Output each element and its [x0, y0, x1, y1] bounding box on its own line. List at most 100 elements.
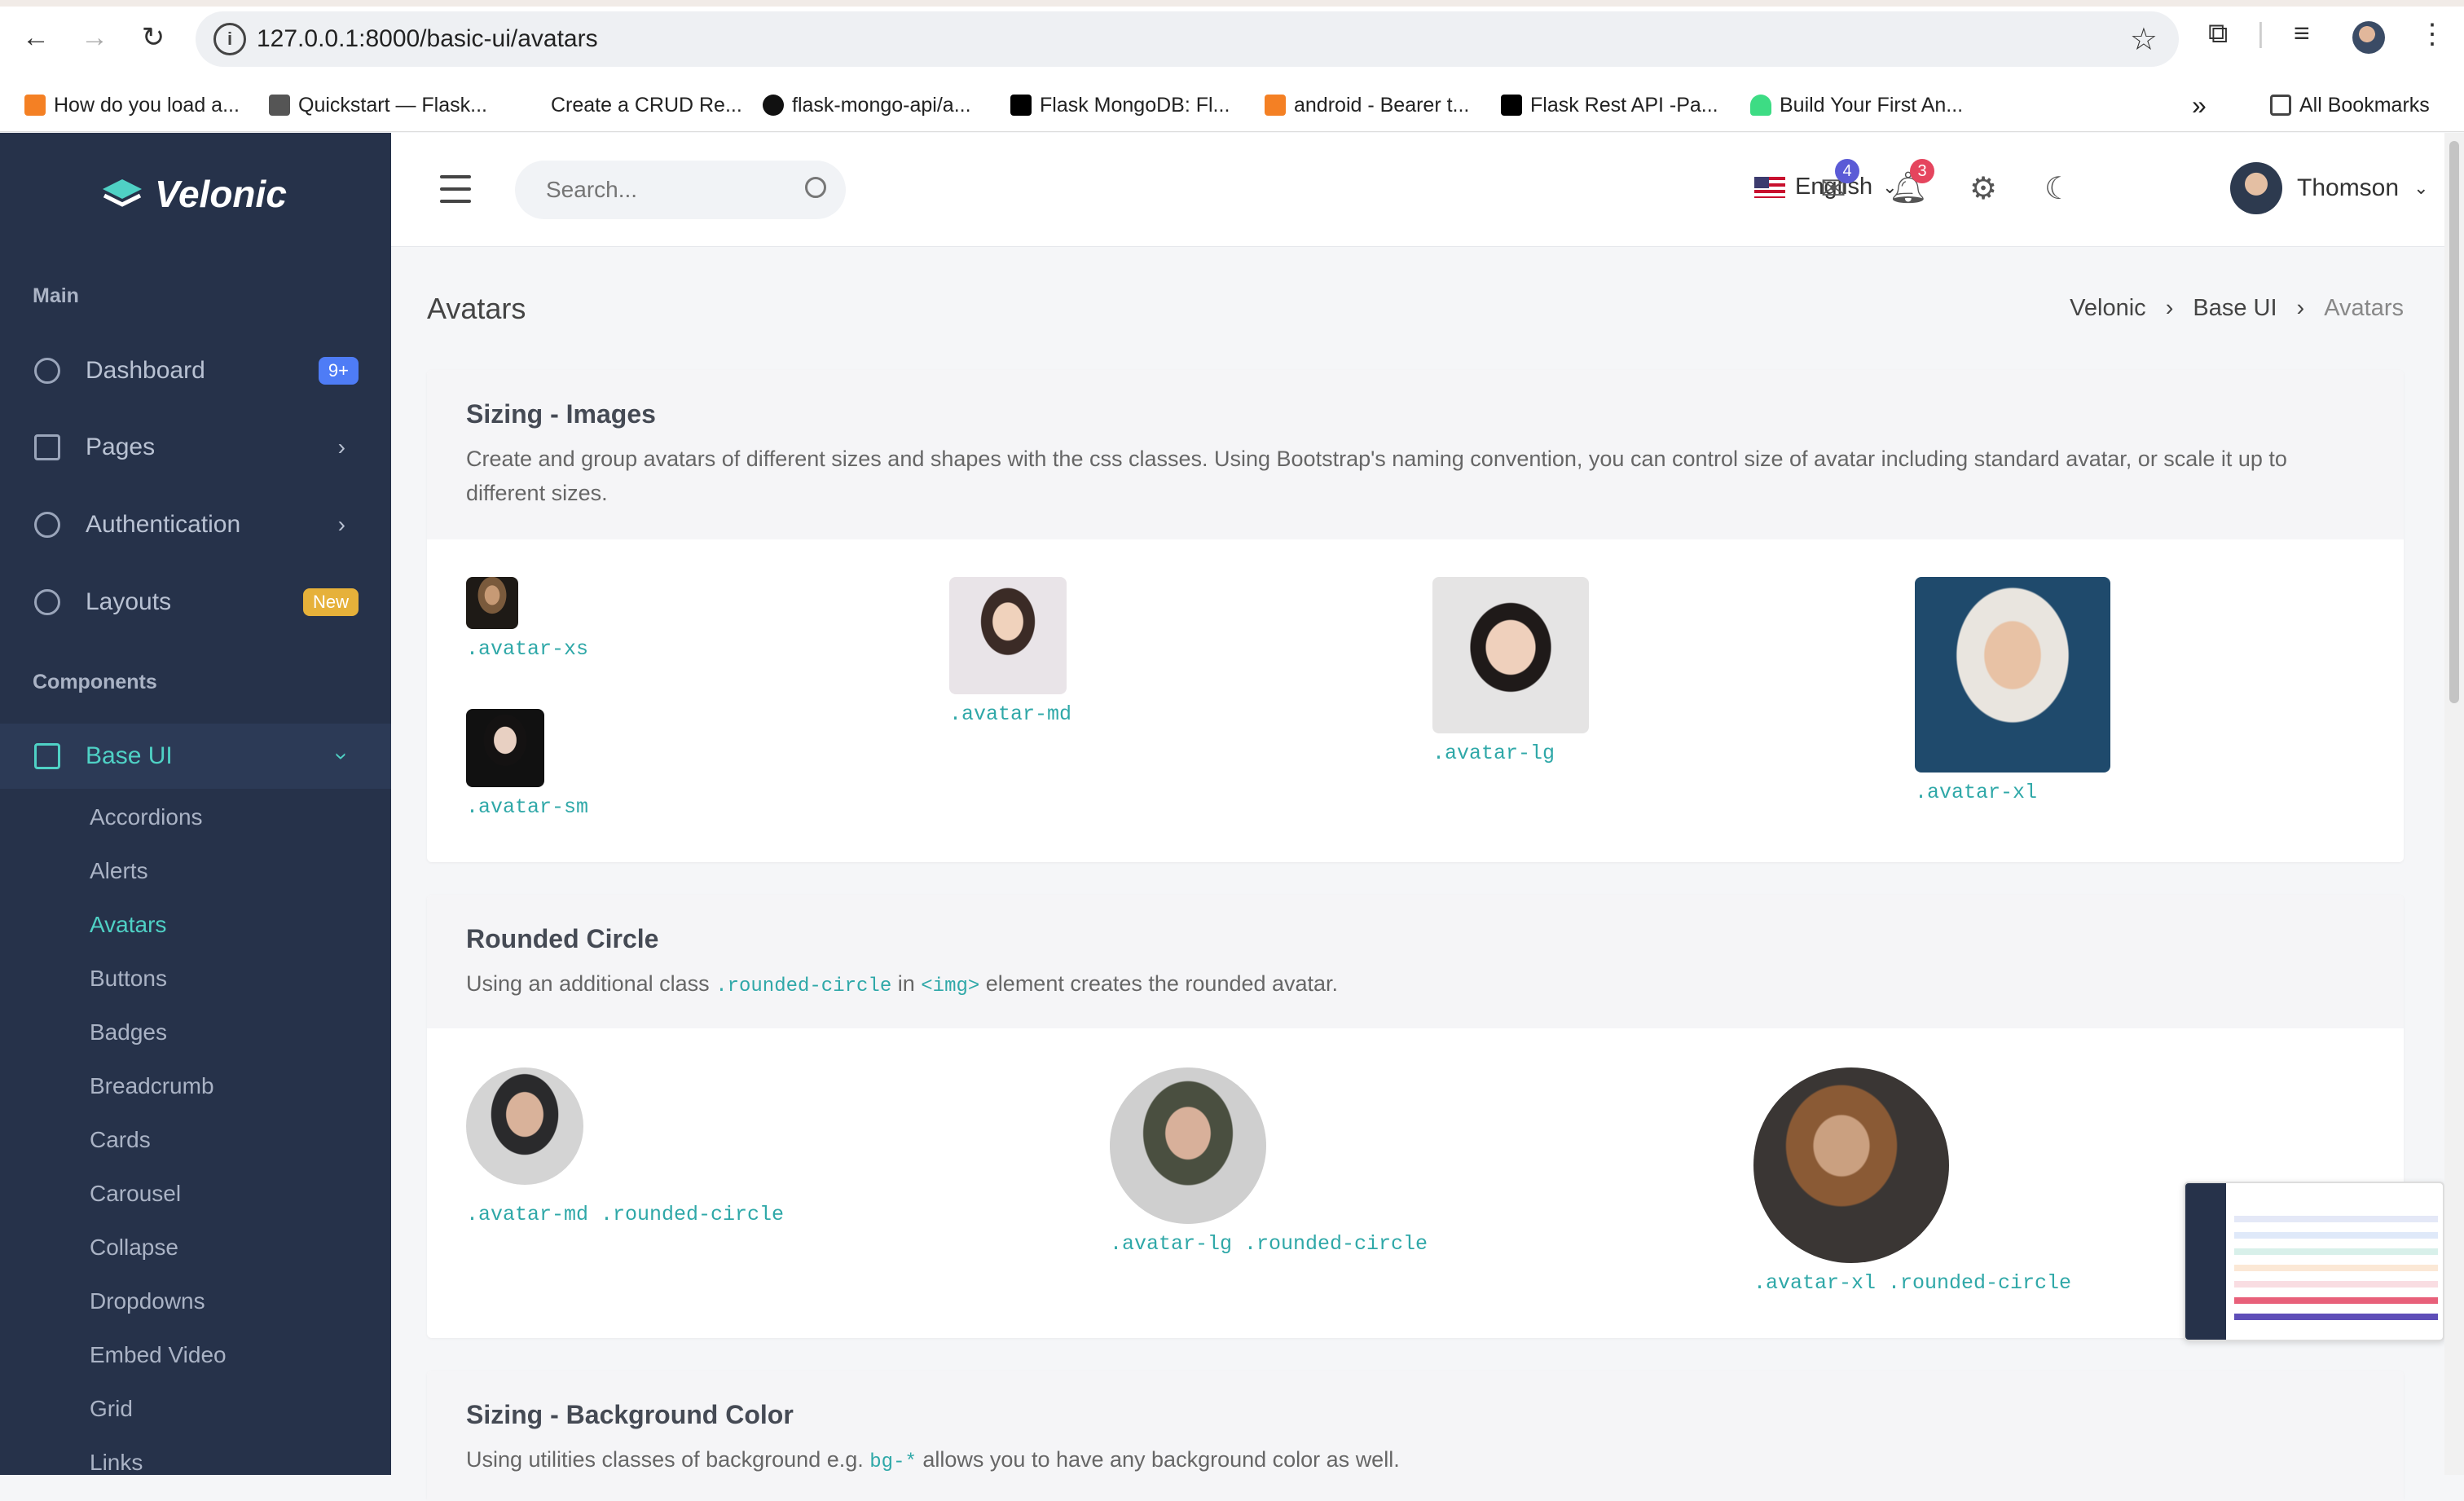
bookmark-item[interactable]: android - Bearer t...	[1265, 91, 1469, 119]
avatar-md-rounded-image	[466, 1067, 583, 1185]
avatar-lg-image	[1432, 577, 1589, 733]
back-icon[interactable]: ←	[16, 18, 55, 57]
blank-icon	[521, 95, 543, 116]
inline-code: bg-*	[869, 1451, 917, 1473]
sidebar-subitem-avatars[interactable]: Avatars	[90, 912, 166, 938]
tab-strip-edge	[0, 0, 2464, 7]
inline-code: <img>	[921, 975, 980, 997]
bookmark-item[interactable]: Build Your First An...	[1750, 91, 1963, 119]
section-title-components: Components	[33, 671, 157, 693]
gear-icon[interactable]: ⚙	[1964, 169, 2003, 208]
sidebar-subitem-accordions[interactable]: Accordions	[90, 804, 203, 830]
bookmark-item[interactable]: Flask Rest API -Pa...	[1501, 91, 1718, 119]
site-info-icon[interactable]: i	[213, 23, 246, 55]
authentication-icon	[34, 512, 60, 538]
sidebar-subitem-alerts[interactable]: Alerts	[90, 858, 148, 884]
mail-count-badge: 4	[1835, 159, 1859, 183]
card-header: Sizing - Images Create and group avatars…	[427, 370, 2404, 539]
avatar-caption: .avatar-md	[949, 702, 1072, 726]
breadcrumb-item[interactable]: Velonic	[2070, 295, 2146, 322]
breadcrumb-item[interactable]: Base UI	[2193, 295, 2277, 322]
bookmark-item[interactable]: Flask MongoDB: Fl...	[1010, 91, 1230, 119]
profile-avatar-icon[interactable]	[2352, 21, 2385, 54]
user-name: Thomson	[2297, 174, 2400, 201]
browser-chrome: ← → ↻ i 127.0.0.1:8000/basic-ui/avatars …	[0, 0, 2464, 132]
card-title: Sizing - Background Color	[466, 1400, 794, 1429]
stackoverflow-icon	[1265, 95, 1286, 116]
dev-icon	[1501, 95, 1522, 116]
sidebar-subitem-breadcrumb[interactable]: Breadcrumb	[90, 1073, 214, 1099]
bookmark-item[interactable]: flask-mongo-api/a...	[763, 91, 971, 119]
mail-icon[interactable]: ✉ 4	[1814, 159, 1859, 208]
page-scrollbar[interactable]	[2444, 133, 2464, 1475]
dashboard-badge: 9+	[318, 357, 359, 385]
dark-mode-moon-icon[interactable]: ☾	[2039, 169, 2078, 208]
avatar-caption: .avatar-md .rounded-circle	[466, 1203, 785, 1226]
avatar-caption: .avatar-lg	[1432, 742, 1555, 765]
sidebar-item-label: Layouts	[86, 588, 172, 615]
sidebar-subitem-embed-video[interactable]: Embed Video	[90, 1342, 227, 1368]
chevron-down-icon: ›	[329, 752, 355, 760]
desc-text: allows you to have any background color …	[916, 1447, 1400, 1472]
avatar-xl-image	[1915, 577, 2110, 773]
avatar-lg-rounded-image	[1110, 1067, 1266, 1224]
card-header: Rounded Circle Using an additional class…	[427, 895, 2404, 1028]
desc-text: element creates the rounded avatar.	[979, 971, 1339, 996]
card-title: Rounded Circle	[466, 924, 659, 953]
more-bookmarks-icon[interactable]: »	[2192, 90, 2207, 120]
sidebar-item-label: Dashboard	[86, 357, 205, 384]
bookmark-item[interactable]: Create a CRUD Re...	[521, 91, 742, 119]
sidebar-item-base-ui[interactable]: Base UI ›	[0, 724, 391, 789]
user-menu[interactable]: Thomson ⌄	[2230, 162, 2429, 214]
sidebar-item-dashboard[interactable]: Dashboard 9+	[0, 338, 391, 403]
avatar-caption: .avatar-xs	[466, 637, 589, 661]
inline-code: .rounded-circle	[715, 975, 892, 997]
brand-logo[interactable]: Velonic	[101, 172, 287, 216]
menu-kebab-icon[interactable]: ⋮	[2418, 18, 2446, 51]
sidebar-subitem-grid[interactable]: Grid	[90, 1396, 133, 1422]
card-description: Using an additional class .rounded-circl…	[466, 966, 2365, 1004]
card-header: Sizing - Background Color Using utilitie…	[427, 1371, 2404, 1501]
bookmark-star-icon[interactable]: ☆	[2130, 21, 2158, 58]
sidebar-subitem-links[interactable]: Links	[90, 1450, 143, 1476]
page-title: Avatars	[427, 292, 526, 325]
url-text[interactable]: 127.0.0.1:8000/basic-ui/avatars	[257, 25, 598, 53]
sidebar-subitem-dropdowns[interactable]: Dropdowns	[90, 1288, 205, 1314]
media-controls-icon[interactable]: ≡	[2294, 18, 2310, 50]
doc-icon	[269, 95, 290, 116]
sidebar: Velonic Main Dashboard 9+ Pages › Authen…	[0, 133, 391, 1475]
screenshot-preview-thumbnail[interactable]	[2184, 1182, 2444, 1341]
bell-icon[interactable]: 🔔︎ 3	[1889, 159, 1934, 208]
sidebar-subitem-buttons[interactable]: Buttons	[90, 966, 167, 992]
menu-toggle-icon[interactable]	[440, 175, 471, 203]
dev-icon	[1010, 95, 1032, 116]
search-icon[interactable]	[805, 177, 826, 198]
bookmark-item[interactable]: Quickstart — Flask...	[269, 91, 487, 119]
forward-icon[interactable]: →	[75, 18, 114, 57]
topbar: English ⌄ ✉ 4 🔔︎ 3 ⚙ ☾ Thomson ⌄	[391, 133, 2448, 247]
section-title-main: Main	[33, 284, 79, 307]
sidebar-item-authentication[interactable]: Authentication ›	[0, 492, 391, 557]
chevron-right-icon: ›	[337, 512, 345, 537]
address-bar[interactable]: i 127.0.0.1:8000/basic-ui/avatars ☆	[196, 11, 2179, 67]
avatar-caption: .avatar-xl	[1915, 781, 2038, 804]
bookmark-item[interactable]: How do you load a...	[24, 91, 240, 119]
desc-text: in	[891, 971, 922, 996]
avatar-caption: .avatar-lg .rounded-circle	[1110, 1232, 1428, 1256]
sidebar-item-layouts[interactable]: Layouts New	[0, 570, 391, 635]
reload-icon[interactable]: ↻	[134, 18, 173, 57]
sidebar-subitem-carousel[interactable]: Carousel	[90, 1181, 181, 1207]
extensions-icon[interactable]: ⧉	[2208, 18, 2228, 50]
sidebar-subitem-badges[interactable]: Badges	[90, 1019, 167, 1045]
all-bookmarks[interactable]: All Bookmarks	[2270, 91, 2430, 119]
chevron-down-icon: ⌄	[2413, 178, 2429, 198]
scrollbar-thumb[interactable]	[2449, 141, 2459, 703]
avatar-xl-rounded-image	[1753, 1067, 1949, 1263]
sidebar-item-label: Pages	[86, 434, 156, 460]
sidebar-subitem-cards[interactable]: Cards	[90, 1127, 151, 1153]
us-flag-icon	[1754, 176, 1785, 198]
search-input[interactable]	[544, 175, 789, 205]
sidebar-subitem-collapse[interactable]: Collapse	[90, 1235, 178, 1261]
avatar-caption: .avatar-xl .rounded-circle	[1753, 1271, 2072, 1295]
sidebar-item-pages[interactable]: Pages ›	[0, 415, 391, 480]
